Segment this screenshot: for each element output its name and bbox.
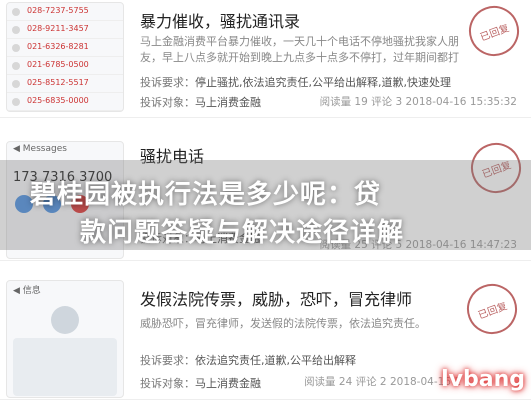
complaint-title[interactable]: 暴力催收，骚扰通讯录 (140, 8, 300, 32)
message-thumbnail[interactable]: ◀ 信息 (6, 280, 124, 398)
call-log-row: 025-8512-5517 (7, 75, 123, 93)
call-log-row: 021-6326-8281 (7, 39, 123, 57)
call-log-row: 025-6835-0000 (7, 93, 123, 111)
back-link: ◀ 信息 (13, 286, 41, 296)
call-log-row: 028-9211-3457 (7, 21, 123, 39)
complaint-requirement: 投诉要求：依法追究责任,道歉,公平给出解释 (140, 354, 356, 367)
overlay-headline: 碧桂园被执行法是多少呢：贷 (30, 180, 382, 210)
overlay-subheadline: 款问题答疑与解决途径详解 (80, 218, 405, 248)
complaint-requirement: 投诉要求：停止骚扰,依法追究责任,公平给出解释,道歉,快速处理 (140, 76, 451, 89)
overlay-banner: 碧桂园被执行法是多少呢：贷 款问题答疑与解决途径详解 (0, 160, 531, 250)
message-bubble (13, 338, 117, 396)
complaint-meta: 阅读量 19 评论 3 2018-04-16 15:35:32 (319, 96, 517, 108)
back-link: ◀ Messages (13, 144, 67, 154)
call-log-row: 021-6785-0500 (7, 57, 123, 75)
replied-stamp: 已回复 (461, 0, 527, 64)
call-log-row: 028-7237-5755 (7, 3, 123, 21)
complaint-description: 马上金融消费平台暴力催收，一天几十个电话不停地骚扰我家人朋友，早上八点多就开始到… (140, 35, 459, 64)
site-watermark: lvbang (441, 367, 525, 392)
complaint-meta: 阅读量 24 评论 2 2018-04-16 1 (304, 376, 461, 388)
complaint-card[interactable]: 028-7237-5755 028-9211-3457 021-6326-828… (0, 0, 531, 118)
call-log-thumbnail[interactable]: 028-7237-5755 028-9211-3457 021-6326-828… (6, 2, 124, 112)
complaint-description: 威胁恐吓，冒充律师，发送假的法院传票，依法追究责任。 (140, 317, 426, 330)
complaint-target: 投诉对象：马上消费金融 (140, 377, 261, 390)
avatar (51, 306, 79, 334)
complaint-target: 投诉对象：马上消费金融 (140, 96, 261, 109)
complaint-title[interactable]: 发假法院传票，威胁，恐吓，冒充律师 (140, 286, 412, 310)
